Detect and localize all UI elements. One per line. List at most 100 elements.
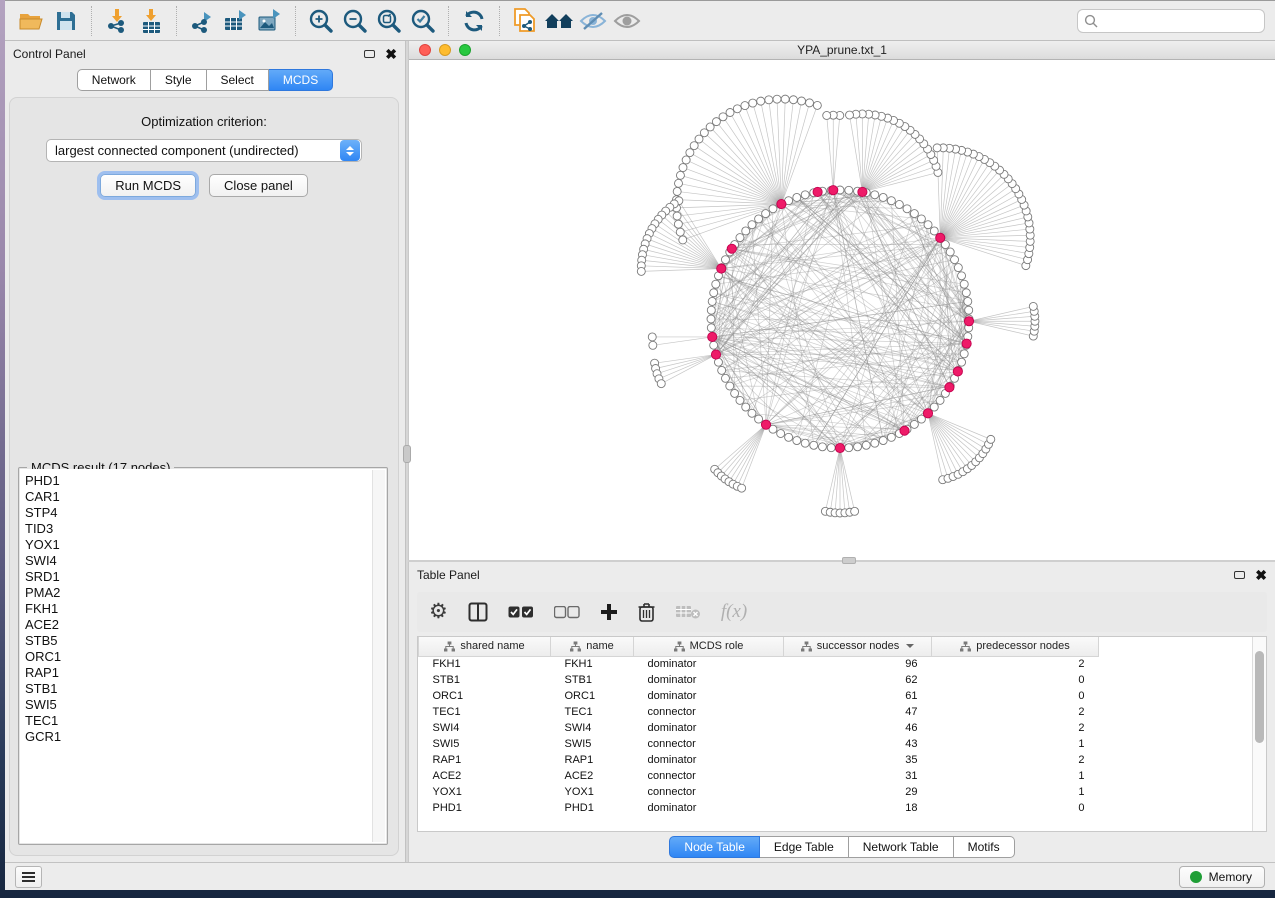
result-node-item[interactable]: FKH1 — [25, 601, 386, 617]
network-node[interactable] — [769, 205, 777, 213]
table-scrollbar[interactable] — [1252, 637, 1266, 831]
network-node[interactable] — [798, 97, 806, 105]
network-node[interactable] — [777, 199, 786, 208]
splitter-handle[interactable] — [842, 557, 856, 564]
column-header-MCDS-role[interactable]: MCDS role — [634, 637, 784, 656]
network-graph[interactable] — [409, 60, 1275, 560]
splitter-handle[interactable] — [403, 445, 411, 463]
save-session-button[interactable] — [49, 5, 83, 37]
horizontal-splitter[interactable] — [408, 560, 1275, 562]
network-node[interactable] — [707, 306, 715, 314]
network-node[interactable] — [900, 426, 909, 435]
network-node[interactable] — [708, 297, 716, 305]
network-node[interactable] — [953, 367, 962, 376]
import-table-button[interactable] — [134, 5, 168, 37]
export-network-button[interactable] — [185, 5, 219, 37]
network-node[interactable] — [757, 97, 765, 105]
network-node[interactable] — [818, 443, 826, 451]
network-node[interactable] — [960, 350, 968, 358]
network-node[interactable] — [946, 248, 954, 256]
table-row[interactable]: TEC1TEC1connector472 — [419, 704, 1099, 720]
result-node-item[interactable]: SWI5 — [25, 697, 386, 713]
table-row[interactable]: ACE2ACE2connector311 — [419, 768, 1099, 784]
function-builder-button[interactable]: f(x) — [721, 599, 747, 625]
column-header-name[interactable]: name — [551, 637, 634, 656]
network-node[interactable] — [887, 197, 895, 205]
network-node[interactable] — [829, 186, 838, 195]
network-node[interactable] — [854, 443, 862, 451]
float-panel-icon[interactable] — [364, 50, 375, 58]
network-node[interactable] — [862, 441, 870, 449]
result-node-item[interactable]: STB1 — [25, 681, 386, 697]
network-node[interactable] — [987, 435, 995, 443]
network-node[interactable] — [845, 444, 853, 452]
network-node[interactable] — [965, 306, 973, 314]
close-panel-icon[interactable]: ✖ — [385, 49, 397, 59]
network-node[interactable] — [924, 221, 932, 229]
network-node[interactable] — [964, 317, 973, 326]
network-node[interactable] — [910, 420, 918, 428]
network-node[interactable] — [637, 267, 645, 275]
network-node[interactable] — [721, 374, 729, 382]
network-node[interactable] — [964, 297, 972, 305]
network-node[interactable] — [742, 227, 750, 235]
network-node[interactable] — [851, 507, 859, 515]
first-neighbors-button[interactable] — [542, 5, 576, 37]
search-input[interactable] — [1102, 14, 1258, 28]
deselect-all-columns-button[interactable] — [554, 599, 580, 625]
network-node[interactable] — [1029, 302, 1037, 310]
result-scrollbar[interactable] — [372, 470, 385, 842]
select-all-columns-button[interactable] — [508, 599, 534, 625]
network-node[interactable] — [710, 289, 718, 297]
tab-network-table[interactable]: Network Table — [849, 836, 954, 858]
network-node[interactable] — [781, 95, 789, 103]
network-node[interactable] — [755, 215, 763, 223]
table-row[interactable]: YOX1YOX1connector291 — [419, 784, 1099, 800]
new-network-from-selection-button[interactable] — [508, 5, 542, 37]
network-node[interactable] — [727, 244, 736, 253]
network-node[interactable] — [936, 233, 945, 242]
network-node[interactable] — [679, 236, 687, 244]
network-node[interactable] — [801, 191, 809, 199]
network-node[interactable] — [762, 210, 770, 218]
hide-selection-button[interactable] — [576, 5, 610, 37]
show-all-button[interactable] — [610, 5, 644, 37]
zoom-selected-button[interactable] — [406, 5, 440, 37]
network-node[interactable] — [686, 149, 694, 157]
network-node[interactable] — [738, 484, 746, 492]
network-node[interactable] — [827, 444, 835, 452]
network-node[interactable] — [748, 221, 756, 229]
network-node[interactable] — [895, 200, 903, 208]
network-node[interactable] — [736, 396, 744, 404]
network-node[interactable] — [736, 234, 744, 242]
add-column-button[interactable] — [600, 599, 618, 625]
network-node[interactable] — [962, 289, 970, 297]
mcds-result-list[interactable]: PHD1CAR1STP4TID3YOX1SWI4SRD1PMA2FKH1ACE2… — [20, 469, 386, 843]
network-node[interactable] — [879, 193, 887, 201]
table-row[interactable]: SWI4SWI4dominator462 — [419, 720, 1099, 736]
network-node[interactable] — [930, 227, 938, 235]
tab-node-table[interactable]: Node Table — [669, 836, 760, 858]
scrollbar-thumb[interactable] — [1255, 651, 1264, 743]
tab-select[interactable]: Select — [207, 69, 269, 91]
tab-network[interactable]: Network — [77, 69, 151, 91]
import-network-button[interactable] — [100, 5, 134, 37]
show-columns-button[interactable] — [468, 599, 488, 625]
column-header-successor-nodes[interactable]: successor nodes — [784, 637, 932, 656]
network-node[interactable] — [879, 437, 887, 445]
network-node[interactable] — [785, 433, 793, 441]
network-node[interactable] — [676, 171, 684, 179]
network-canvas[interactable] — [409, 60, 1275, 560]
network-node[interactable] — [690, 142, 698, 150]
tab-motifs[interactable]: Motifs — [954, 836, 1015, 858]
node-table[interactable]: shared namenameMCDS rolesuccessor nodesp… — [418, 637, 1099, 816]
result-node-item[interactable]: PHD1 — [25, 473, 386, 489]
export-image-button[interactable] — [253, 5, 287, 37]
table-settings-button[interactable]: ⚙ — [429, 599, 448, 625]
network-node[interactable] — [733, 105, 741, 113]
run-mcds-button[interactable]: Run MCDS — [100, 174, 196, 197]
tab-mcds[interactable]: MCDS — [269, 69, 333, 91]
network-node[interactable] — [742, 403, 750, 411]
zoom-out-button[interactable] — [338, 5, 372, 37]
network-node[interactable] — [711, 350, 720, 359]
